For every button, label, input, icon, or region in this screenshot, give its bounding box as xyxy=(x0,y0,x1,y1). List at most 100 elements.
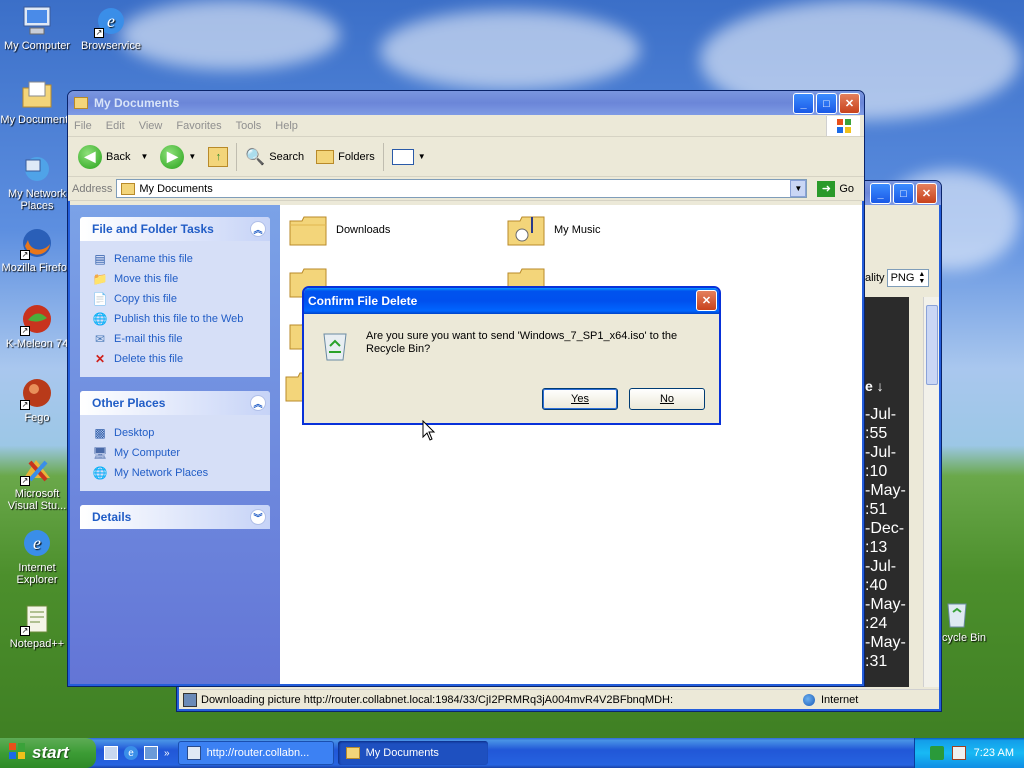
collapse-icon[interactable]: ︽ xyxy=(250,221,266,237)
address-input[interactable]: My Documents ▼ xyxy=(116,179,808,198)
menu-favorites[interactable]: Favorites xyxy=(176,120,221,132)
task-move[interactable]: 📁 Move this file xyxy=(92,269,258,289)
details-panel: Details ︾ xyxy=(80,505,270,529)
address-value: My Documents xyxy=(139,182,213,195)
maximize-icon[interactable]: □ xyxy=(816,93,837,114)
place-my-computer[interactable]: 🖥 My Computer xyxy=(92,443,258,463)
copy-icon: 📄 xyxy=(92,292,108,306)
shortcut-arrow-icon: ↗ xyxy=(20,400,30,410)
expand-quicklaunch-icon[interactable]: » xyxy=(164,748,170,759)
file-list[interactable]: Downloads My Music xyxy=(280,205,862,684)
desktop-icon-label: K-Meleon 74 xyxy=(5,338,69,350)
back-button[interactable]: ◀ Back ▼ xyxy=(74,142,152,172)
views-button[interactable]: ▼ xyxy=(388,142,430,172)
date-cell: :10 xyxy=(865,463,888,480)
up-folder-button[interactable]: ↑ xyxy=(204,142,232,172)
mouse-cursor-icon xyxy=(422,419,436,445)
confirm-delete-dialog[interactable]: Confirm File Delete ✕ Are you sure you w… xyxy=(302,286,721,425)
back-label: Back xyxy=(106,150,131,163)
desktop-icon-label: Microsoft Visual Stu... xyxy=(7,488,67,512)
other-places-header[interactable]: Other Places ︽ xyxy=(80,391,270,415)
maximize-icon[interactable]: □ xyxy=(893,183,914,204)
clock[interactable]: 7:23 AM xyxy=(974,747,1014,759)
shortcut-arrow-icon: ↗ xyxy=(20,626,30,636)
fego-icon: ↗ xyxy=(20,376,54,410)
no-button[interactable]: No xyxy=(629,388,705,410)
zone-label: Internet xyxy=(821,693,859,706)
desktop-icon-my-documents[interactable]: My Documents xyxy=(0,78,74,126)
desktop-icon-firefox[interactable]: ↗ Mozilla Firefox xyxy=(0,226,74,274)
windows-logo-icon xyxy=(826,116,860,136)
up-folder-icon: ↑ xyxy=(208,146,229,167)
task-copy[interactable]: 📄 Copy this file xyxy=(92,289,258,309)
explorer-title-bar[interactable]: My Documents _ □ ✕ xyxy=(68,91,864,115)
place-my-network[interactable]: 🌐 My Network Places xyxy=(92,463,258,483)
shortcut-arrow-icon: ↗ xyxy=(20,476,30,486)
browser-page-content[interactable]: e ↓ -Jul- :55 -Jul- :10 -May- :51 -Dec- … xyxy=(865,297,909,687)
menu-view[interactable]: View xyxy=(139,120,163,132)
desktop-icon-my-computer[interactable]: My Computer xyxy=(0,4,74,52)
internet-explorer-icon[interactable]: e xyxy=(124,746,138,760)
details-header[interactable]: Details ︾ xyxy=(80,505,270,529)
network-tray-icon[interactable] xyxy=(929,746,944,760)
address-bar: Address My Documents ▼ ➜ Go xyxy=(68,177,864,201)
delete-x-icon: ✕ xyxy=(94,352,106,366)
dropdown-arrow-icon[interactable]: ▼ xyxy=(418,152,426,161)
folders-icon xyxy=(316,149,335,164)
address-dropdown-icon[interactable]: ▼ xyxy=(790,180,807,197)
task-publish[interactable]: 🌐 Publish this file to the Web xyxy=(92,309,258,329)
column-header[interactable]: e ↓ xyxy=(865,377,884,396)
desktop-icon-browservice[interactable]: e ↗ Browservice xyxy=(74,4,148,52)
expand-icon[interactable]: ︾ xyxy=(250,509,266,525)
desktop-icon-internet-explorer[interactable]: e Internet Explorer xyxy=(0,526,74,586)
desktop-icon-notepad-plus-plus[interactable]: ↗ Notepad++ xyxy=(0,602,74,650)
menu-tools[interactable]: Tools xyxy=(236,120,262,132)
desktop-icon-k-meleon[interactable]: ↗ K-Meleon 74 xyxy=(0,302,74,350)
folders-button[interactable]: Folders xyxy=(312,142,379,172)
vertical-scrollbar[interactable] xyxy=(923,297,939,687)
folder-item-my-music[interactable]: My Music xyxy=(506,213,600,247)
dialog-message: Are you sure you want to send 'Windows_7… xyxy=(366,330,678,355)
desktop-icon-fego[interactable]: ↗ Fego xyxy=(0,376,74,424)
network-icon xyxy=(20,152,54,186)
go-arrow-icon: ➜ xyxy=(817,180,836,197)
collapse-icon[interactable]: ︽ xyxy=(250,395,266,411)
toolbar: ◀ Back ▼ ▶ ▼ ↑ 🔍 Search Folders ▼ xyxy=(68,137,864,177)
desktop-icon-my-network-places[interactable]: My Network Places xyxy=(0,152,74,212)
menu-help[interactable]: Help xyxy=(275,120,298,132)
close-icon[interactable]: ✕ xyxy=(696,290,717,311)
other-places-panel: Other Places ︽ ▩ Desktop 🖥 My Computer 🌐 My… xyxy=(80,391,270,491)
date-cell: -May- xyxy=(865,596,906,613)
search-button[interactable]: 🔍 Search xyxy=(241,142,308,172)
forward-button[interactable]: ▶ ▼ xyxy=(156,142,200,172)
close-icon[interactable]: ✕ xyxy=(916,183,937,204)
task-rename[interactable]: ▤ Rename this file xyxy=(92,249,258,269)
taskbar-item-my-documents[interactable]: My Documents xyxy=(337,741,488,765)
place-desktop[interactable]: ▩ Desktop xyxy=(92,423,258,443)
desktop-icon-visual-studio[interactable]: ↗ Microsoft Visual Stu... xyxy=(0,452,74,512)
minimize-icon[interactable]: _ xyxy=(870,183,891,204)
file-folder-tasks-header[interactable]: File and Folder Tasks ︽ xyxy=(80,217,270,241)
panel-title: File and Folder Tasks xyxy=(92,222,214,236)
menu-edit[interactable]: Edit xyxy=(106,120,125,132)
app-tray-icon[interactable] xyxy=(951,746,966,760)
yes-label: Yes xyxy=(571,393,589,405)
go-button[interactable]: ➜ Go xyxy=(811,180,860,197)
show-desktop-icon[interactable] xyxy=(104,746,118,760)
start-button[interactable]: start xyxy=(0,738,96,768)
close-icon[interactable]: ✕ xyxy=(839,93,860,114)
taskbar-item-browser[interactable]: http://router.collabn... xyxy=(177,741,334,765)
dropdown-arrow-icon[interactable]: ▼ xyxy=(188,152,196,161)
format-select[interactable]: PNG ▲ ▼ xyxy=(886,269,930,287)
menu-file[interactable]: File xyxy=(74,120,92,132)
dropdown-arrow-icon[interactable]: ▼ xyxy=(140,152,148,161)
yes-button[interactable]: Yes xyxy=(542,388,618,410)
dialog-title-bar[interactable]: Confirm File Delete ✕ xyxy=(304,288,719,314)
media-player-icon[interactable] xyxy=(144,746,158,760)
folder-label: My Music xyxy=(554,224,601,236)
folder-item-downloads[interactable]: Downloads xyxy=(288,213,390,247)
date-cell: -Jul- xyxy=(865,558,897,575)
task-delete[interactable]: ✕ Delete this file xyxy=(92,349,258,369)
task-email[interactable]: ✉ E-mail this file xyxy=(92,329,258,349)
minimize-icon[interactable]: _ xyxy=(793,93,814,114)
